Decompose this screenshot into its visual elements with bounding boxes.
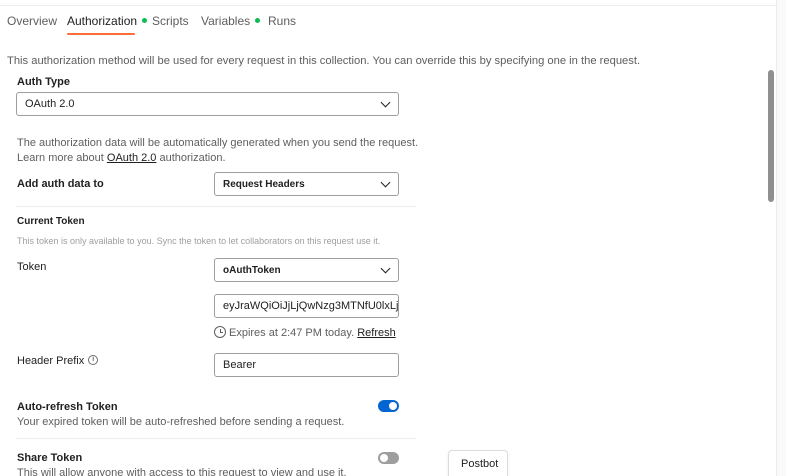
auth-type-select[interactable]: OAuth 2.0 — [16, 92, 399, 116]
current-token-heading: Current Token — [17, 216, 85, 227]
auth-info-line1: The authorization data will be automatic… — [17, 137, 419, 149]
active-tab-indicator — [67, 33, 135, 35]
tab-variables[interactable]: Variables — [201, 14, 261, 28]
token-label: Token — [17, 261, 47, 273]
divider — [16, 206, 416, 207]
tab-runs[interactable]: Runs — [268, 14, 296, 28]
tab-authorization[interactable]: Authorization — [67, 14, 148, 28]
auth-info-line2: Learn more about OAuth 2.0 authorization… — [17, 152, 226, 164]
add-auth-data-select[interactable]: Request Headers — [214, 172, 399, 196]
scrollbar-thumb[interactable] — [768, 70, 774, 202]
share-token-label: Share Token — [17, 452, 83, 464]
header-prefix-label: Header Prefix i — [17, 355, 99, 367]
info-icon[interactable]: i — [88, 355, 99, 366]
auto-refresh-description: Your expired token will be auto-refreshe… — [17, 416, 345, 428]
top-border — [0, 0, 776, 6]
postbot-button[interactable]: Postbot — [448, 450, 508, 476]
refresh-token-link[interactable]: Refresh — [357, 327, 396, 339]
scrollbar-track[interactable] — [776, 0, 786, 476]
share-token-description: This will allow anyone with access to th… — [17, 467, 347, 476]
oauth-docs-link[interactable]: OAuth 2.0 — [107, 152, 157, 164]
token-expiry: Expires at 2:47 PM today. Refresh — [229, 327, 396, 339]
status-dot — [142, 18, 148, 24]
share-token-toggle[interactable] — [378, 452, 399, 464]
tab-scripts[interactable]: Scripts — [152, 14, 189, 28]
add-auth-data-label: Add auth data to — [17, 178, 104, 190]
chevron-down-icon — [380, 97, 391, 108]
divider — [16, 438, 416, 439]
token-select[interactable]: oAuthToken — [214, 258, 399, 282]
auth-type-label: Auth Type — [17, 76, 70, 88]
auto-refresh-toggle[interactable] — [378, 400, 399, 412]
header-prefix-input[interactable]: Bearer — [214, 353, 399, 377]
status-dot — [255, 18, 261, 24]
tab-overview[interactable]: Overview — [7, 14, 57, 28]
current-token-note: This token is only available to you. Syn… — [17, 236, 381, 246]
chevron-down-icon — [380, 177, 391, 188]
tab-bar: Overview Authorization Scripts Variables… — [0, 8, 776, 36]
token-value-field[interactable]: eyJraWQiOiJjLjQwNzg3MTNfU0lxLjlwLjQ — [214, 294, 399, 318]
auth-description: This authorization method will be used f… — [7, 55, 641, 67]
clock-icon — [214, 326, 226, 338]
auto-refresh-label: Auto-refresh Token — [17, 401, 118, 413]
chevron-down-icon — [380, 263, 391, 274]
